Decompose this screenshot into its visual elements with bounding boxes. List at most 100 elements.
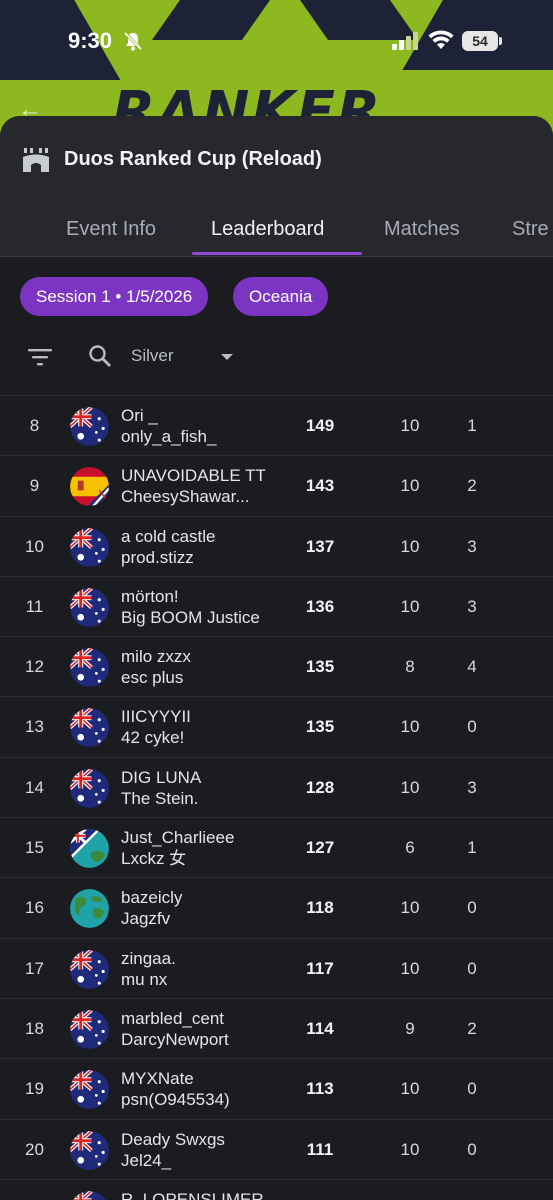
matches-value: 10 — [400, 898, 420, 918]
team-names: bazeicly Jagzfv — [121, 887, 286, 929]
wins-value: 0 — [467, 717, 477, 737]
rank-number: 20 — [25, 1139, 44, 1159]
player-two-name: Jel24_ — [121, 1150, 172, 1170]
rank-number: 18 — [25, 1018, 44, 1038]
points-value: 143 — [305, 476, 335, 496]
leaderboard-row[interactable]: 14 DIG LUNA The Stein. 128 10 3 — [0, 756, 553, 817]
team-names: MYXNate psn(O945534) — [121, 1068, 286, 1110]
matches-value: 10 — [400, 958, 420, 978]
rank-number: 9 — [29, 476, 40, 496]
player-two-name: DarcyNewport — [121, 1029, 229, 1049]
team-names: UNAVOIDABLE TT CheesyShawar... — [121, 465, 286, 507]
tab-event-info[interactable]: Event Info — [66, 218, 156, 241]
leaderboard-row[interactable]: 17 zingaa. mu nx 117 10 0 — [0, 937, 553, 998]
leaderboard-row[interactable]: 20 Deady Swxgs Jel24_ 111 10 0 — [0, 1118, 553, 1179]
player-one-name: Just_Charlieee — [121, 828, 235, 848]
bell-muted-icon — [123, 31, 143, 51]
tab-streams[interactable]: Stre — [512, 218, 549, 241]
player-two-name: psn(O945534) — [121, 1090, 230, 1110]
points-value: 117 — [306, 958, 334, 978]
team-names: mörton! Big BOOM Justice — [121, 586, 286, 628]
rank-number: 21 — [0, 1180, 70, 1200]
player-two-name: 42 cyke! — [121, 728, 185, 748]
wins-value: 0 — [467, 1139, 477, 1159]
event-title: Duos Ranked Cup (Reload) — [64, 148, 322, 170]
team-names: marbled_cent DarcyNewport — [121, 1008, 286, 1050]
rank-number: 8 — [29, 416, 40, 435]
leaderboard-row[interactable]: 11 mörton! Big BOOM Justice 136 10 3 — [0, 575, 553, 636]
points-value: 114 — [306, 1018, 334, 1038]
player-one-name: UNAVOIDABLE TT — [121, 466, 266, 486]
session-chip[interactable]: Session 1 • 1/5/2026 — [20, 277, 209, 316]
points-value: 128 — [305, 777, 335, 797]
australia-flag-icon — [70, 708, 109, 748]
filter-icon[interactable] — [28, 348, 52, 366]
matches-value: 10 — [400, 416, 420, 435]
division-select[interactable]: Silver — [131, 346, 174, 366]
wins-value: 3 — [467, 596, 477, 616]
australia-flag-icon — [70, 407, 109, 446]
leaderboard-row[interactable]: 8 Ori _ only_a_fish_ 149 10 1 — [0, 395, 553, 455]
wins-value: 1 — [467, 838, 477, 858]
australia-globe-flag-icon — [70, 829, 109, 869]
player-one-name: milo zxzx — [121, 647, 191, 667]
points-value: 137 — [305, 536, 335, 556]
stadium-icon — [23, 148, 49, 172]
player-two-name: prod.stizz — [121, 547, 194, 567]
team-names: DIG LUNA The Stein. — [121, 767, 286, 809]
leaderboard-row[interactable]: 9 UNAVOIDABLE TT CheesyShawar... 143 10 … — [0, 455, 553, 515]
tab-leaderboard[interactable]: Leaderboard — [211, 218, 324, 241]
wifi-icon — [428, 30, 454, 49]
points-value: 113 — [306, 1079, 334, 1099]
leaderboard-row[interactable]: 10 a cold castle prod.stizz 137 10 3 — [0, 515, 553, 576]
player-one-name: marbled_cent — [121, 1008, 225, 1028]
wins-value: 3 — [467, 777, 477, 797]
rank-number: 14 — [25, 777, 44, 797]
matches-value: 10 — [400, 1079, 420, 1099]
rank-number: 17 — [25, 958, 44, 978]
matches-value: 10 — [400, 777, 420, 797]
australia-flag-icon — [70, 1190, 109, 1200]
leaderboard-list: 8 Ori _ only_a_fish_ 149 10 1 9 UNAVOIDA… — [0, 395, 553, 1200]
globe-flag-icon — [70, 889, 109, 929]
spain-australia-flag-icon — [70, 467, 109, 507]
leaderboard-row[interactable]: 15 Just_Charlieee Lxckz 女 127 6 1 — [0, 817, 553, 877]
tabs-divider — [0, 256, 553, 257]
tab-matches[interactable]: Matches — [384, 218, 460, 241]
leaderboard-row[interactable]: 13 IIICYYYII 42 cyke! 135 10 0 — [0, 696, 553, 756]
chevron-down-icon[interactable] — [221, 354, 233, 360]
player-one-name: IIICYYYII — [121, 707, 191, 727]
player-one-name: DIG LUNA — [121, 767, 202, 787]
player-one-name: R_LOPENSLIMER — [121, 1189, 264, 1200]
region-chip[interactable]: Oceania — [233, 277, 329, 316]
leaderboard-toolbar: Silver — [0, 334, 553, 380]
leaderboard-row[interactable]: 16 bazeicly Jagzfv 118 10 0 — [0, 877, 553, 937]
battery-indicator: 54 — [462, 31, 498, 51]
australia-flag-icon — [70, 1130, 109, 1170]
matches-value: 10 — [400, 536, 420, 556]
wins-value: 3 — [467, 536, 477, 556]
rank-number: 19 — [25, 1079, 44, 1099]
leaderboard-row[interactable]: 21 R_LOPENSLIMER — [0, 1178, 553, 1200]
team-names: Just_Charlieee Lxckz 女 — [121, 827, 286, 869]
search-icon[interactable] — [88, 344, 112, 368]
matches-value: 10 — [400, 476, 420, 496]
wins-value: 0 — [467, 1079, 477, 1099]
matches-value: 8 — [405, 657, 415, 677]
tab-bar: Event Info Leaderboard Matches Stre — [0, 212, 553, 256]
leaderboard-row[interactable]: 18 marbled_cent DarcyNewport 114 9 2 — [0, 997, 553, 1058]
team-names: Ori _ only_a_fish_ — [121, 405, 286, 447]
australia-flag-icon — [70, 587, 109, 627]
player-two-name: Big BOOM Justice — [121, 607, 260, 627]
australia-flag-icon — [70, 1070, 109, 1110]
rank-number: 11 — [25, 596, 44, 616]
leaderboard-row[interactable]: 12 milo zxzx esc plus 135 8 4 — [0, 636, 553, 696]
leaderboard-row[interactable]: 19 MYXNate psn(O945534) 113 10 0 — [0, 1058, 553, 1118]
matches-value: 10 — [400, 717, 420, 737]
status-time: 9:30 — [68, 28, 113, 53]
player-one-name: a cold castle — [121, 526, 216, 546]
player-one-name: Deady Swxgs — [121, 1129, 225, 1149]
points-value: 127 — [305, 838, 335, 858]
wins-value: 0 — [467, 898, 477, 918]
team-names: zingaa. mu nx — [121, 948, 286, 990]
